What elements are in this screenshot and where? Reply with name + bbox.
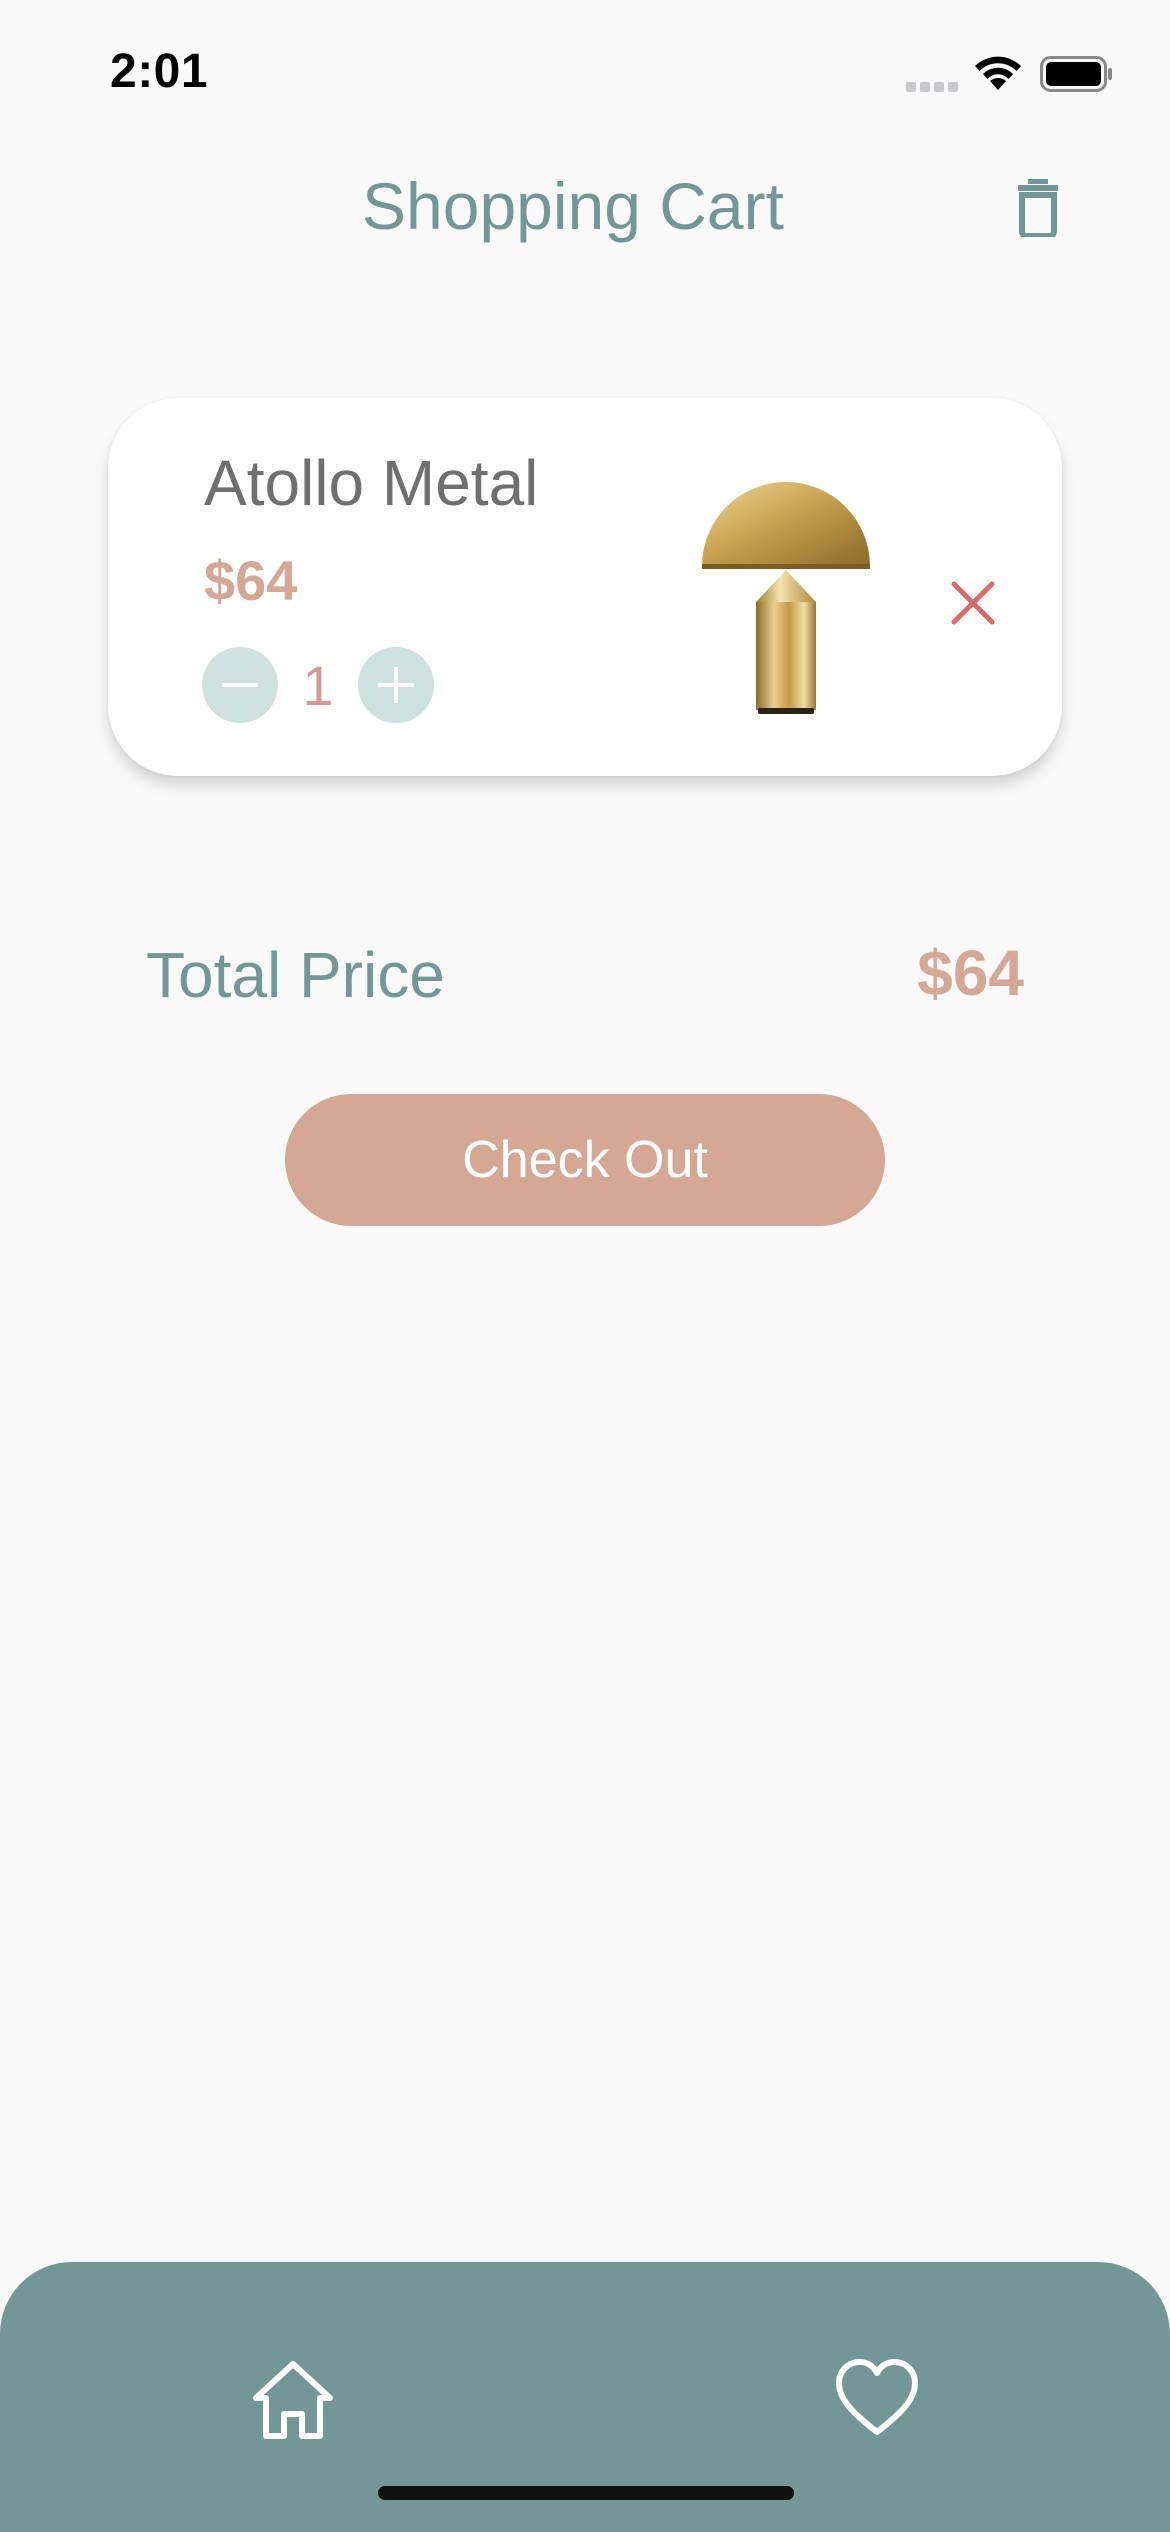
status-time: 2:01 (110, 45, 209, 98)
close-icon (951, 581, 995, 625)
decrease-quantity-button[interactable] (202, 647, 278, 723)
item-price: $64 (204, 549, 298, 612)
minus-icon (222, 683, 258, 687)
plus-icon (378, 667, 414, 703)
cellular-signal-icon (906, 82, 958, 92)
home-indicator (378, 2486, 794, 2500)
home-icon[interactable] (250, 2358, 336, 2444)
trash-icon (1018, 179, 1058, 237)
total-price-value: $64 (917, 937, 1024, 1009)
battery-icon (1040, 56, 1112, 92)
checkout-button[interactable]: Check Out (285, 1094, 885, 1226)
total-price-label: Total Price (146, 939, 445, 1011)
quantity-stepper: 1 (202, 646, 434, 724)
cart-item-card: Atollo Metal $64 1 (108, 398, 1062, 776)
heart-icon[interactable] (834, 2356, 920, 2442)
wifi-icon (975, 56, 1021, 90)
quantity-value: 1 (302, 653, 334, 717)
clear-cart-button[interactable] (1008, 172, 1068, 244)
item-name: Atollo Metal (204, 447, 539, 519)
lamp-product-image (702, 482, 870, 714)
remove-item-button[interactable] (938, 568, 1008, 638)
page-title: Shopping Cart (362, 169, 784, 243)
increase-quantity-button[interactable] (358, 647, 434, 723)
